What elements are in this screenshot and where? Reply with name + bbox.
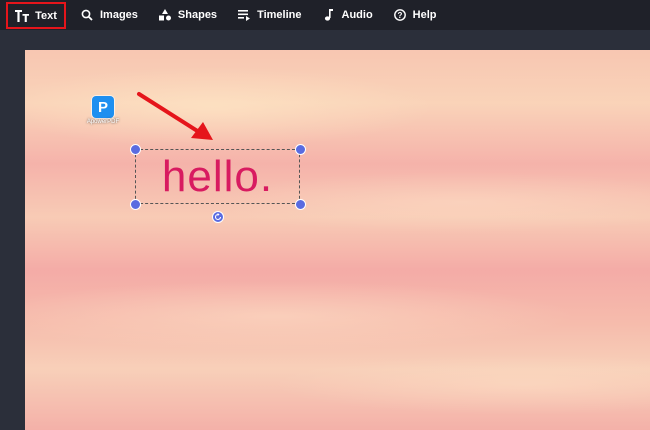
rotate-icon	[214, 213, 222, 221]
search-icon	[80, 8, 94, 22]
app-shortcut-icon[interactable]: P	[92, 96, 114, 118]
music-note-icon	[322, 8, 336, 22]
resize-handle-bottom-right[interactable]	[295, 199, 306, 210]
app-glyph: P	[97, 98, 108, 116]
shapes-tool-label: Shapes	[177, 9, 218, 21]
help-circle-icon: ?	[393, 8, 407, 22]
selected-text-box[interactable]: hello.	[135, 149, 300, 204]
svg-text:?: ?	[397, 11, 402, 20]
images-tool-button[interactable]: Images	[70, 0, 148, 30]
shapes-tool-button[interactable]: Shapes	[148, 0, 227, 30]
timeline-icon	[237, 8, 251, 22]
text-content[interactable]: hello.	[162, 154, 273, 199]
left-gutter	[0, 30, 25, 430]
top-toolbar: Text Images Shapes Timeline Audio ? Help	[0, 0, 650, 30]
timeline-tool-label: Timeline	[257, 9, 302, 21]
text-tool-button[interactable]: Text	[6, 2, 66, 29]
images-tool-label: Images	[100, 9, 138, 21]
timeline-tool-button[interactable]: Timeline	[227, 0, 311, 30]
shapes-icon	[158, 8, 172, 22]
text-tool-label: Text	[35, 9, 57, 22]
help-tool-label: Help	[412, 9, 437, 21]
editing-canvas[interactable]	[25, 50, 650, 430]
resize-handle-bottom-left[interactable]	[130, 199, 141, 210]
resize-handle-top-right[interactable]	[295, 144, 306, 155]
help-tool-button[interactable]: ? Help	[383, 0, 447, 30]
audio-tool-button[interactable]: Audio	[312, 0, 383, 30]
text-format-icon	[15, 9, 30, 23]
rotate-handle[interactable]	[212, 211, 224, 223]
resize-handle-top-left[interactable]	[130, 144, 141, 155]
app-shortcut-label: ApowerPDF	[86, 119, 120, 125]
annotation-arrow-icon	[137, 92, 213, 140]
audio-tool-label: Audio	[341, 9, 373, 21]
